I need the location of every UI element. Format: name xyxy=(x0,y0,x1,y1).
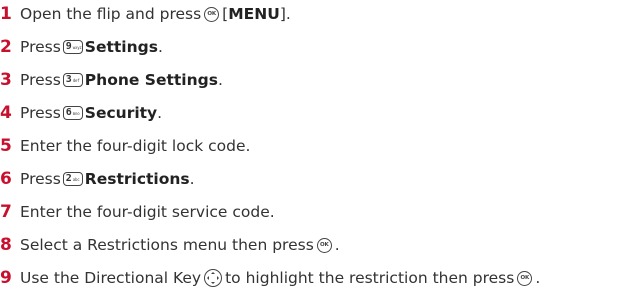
menu-option-label: Phone Settings xyxy=(84,71,218,89)
step-text: Press xyxy=(20,38,61,56)
ok-key-icon xyxy=(517,270,533,286)
keypad-9-icon: 9 wxyz xyxy=(62,40,83,54)
step-text: . xyxy=(157,104,163,122)
step-number: 4 xyxy=(0,103,12,123)
step-item: 2 Press 9 wxyz Settings. xyxy=(0,35,163,59)
directional-key-icon xyxy=(204,269,223,287)
step-number: 9 xyxy=(0,268,12,288)
step-text: . xyxy=(217,71,223,89)
step-item: 3 Press 3 def Phone Settings. xyxy=(0,68,223,92)
keypad-2-icon: 2 abc xyxy=(62,172,83,186)
menu-option-label: Settings xyxy=(84,38,158,56)
step-text: to highlight the restriction then press xyxy=(225,269,515,287)
step-text: Enter the four-digit service code. xyxy=(20,203,275,221)
ok-key-icon xyxy=(204,6,220,22)
step-text: . xyxy=(334,236,340,254)
menu-option-label: Restrictions xyxy=(84,170,190,188)
keypad-3-icon: 3 def xyxy=(62,73,83,87)
step-text: ]. xyxy=(279,5,291,23)
ok-key-icon xyxy=(316,237,332,253)
step-number: 1 xyxy=(0,4,12,24)
step-item: 9 Use the Directional Key to highlight t… xyxy=(0,266,540,290)
step-item: 1 Open the flip and press [MENU]. xyxy=(0,2,291,26)
step-text: Press xyxy=(20,170,61,188)
menu-option-label: Security xyxy=(84,104,158,122)
step-text: Select a Restrictions menu then press xyxy=(20,236,314,254)
step-number: 7 xyxy=(0,202,12,222)
step-text: . xyxy=(535,269,541,287)
step-item: 4 Press 6 mno Security. xyxy=(0,101,162,125)
step-number: 6 xyxy=(0,169,12,189)
step-text: Use the Directional Key xyxy=(20,269,202,287)
step-text: Press xyxy=(20,104,61,122)
step-item: 6 Press 2 abc Restrictions. xyxy=(0,167,195,191)
step-text: . xyxy=(189,170,195,188)
step-number: 2 xyxy=(0,37,12,57)
step-item: 7 Enter the four-digit service code. xyxy=(0,200,275,224)
step-number: 8 xyxy=(0,235,12,255)
keypad-6-icon: 6 mno xyxy=(62,106,83,120)
step-text: Press xyxy=(20,71,61,89)
step-text: . xyxy=(157,38,163,56)
step-item: 8 Select a Restrictions menu then press … xyxy=(0,233,340,257)
step-text: Open the flip and press xyxy=(20,5,202,23)
step-number: 5 xyxy=(0,136,12,156)
step-text: Enter the four-digit lock code. xyxy=(20,137,251,155)
step-number: 3 xyxy=(0,70,12,90)
menu-key-label: MENU xyxy=(228,5,280,23)
step-item: 5 Enter the four-digit lock code. xyxy=(0,134,250,158)
